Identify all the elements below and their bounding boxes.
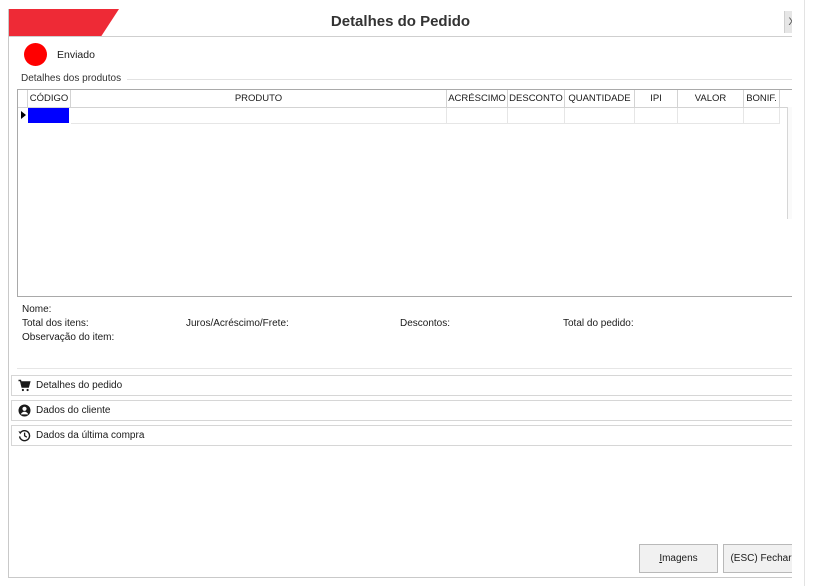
grid-cell-desconto[interactable]: [508, 108, 565, 124]
panel-order-details-label: Detalhes do pedido: [36, 380, 123, 391]
group-divider: [127, 79, 792, 80]
images-button[interactable]: Imagens: [639, 544, 718, 573]
col-quantidade[interactable]: QUANTIDADE: [565, 90, 635, 107]
grid-cell-bonif[interactable]: [744, 108, 780, 124]
panel-last-purchase[interactable]: Dados da última compra: [11, 425, 792, 446]
status-indicator-icon: [24, 43, 47, 66]
total-items-label: Total dos itens:: [22, 318, 89, 329]
item-name-label: Nome:: [22, 304, 52, 315]
history-icon: [18, 429, 31, 442]
item-observation-label: Observação do item:: [22, 332, 115, 343]
panel-customer-data-label: Dados do cliente: [36, 405, 111, 416]
col-desconto[interactable]: DESCONTO: [508, 90, 565, 107]
grid-cell-produto[interactable]: [71, 108, 447, 124]
close-window-button[interactable]: (ESC) Fechar: [723, 544, 792, 573]
selected-cell[interactable]: [28, 108, 69, 123]
order-details-window: Detalhes do Pedido X Enviado Detalhes do…: [8, 9, 792, 578]
cart-icon: [18, 379, 31, 392]
close-button[interactable]: X: [784, 11, 792, 33]
panel-last-purchase-label: Dados da última compra: [36, 430, 145, 441]
grid-cell-valor[interactable]: [678, 108, 744, 124]
user-circle-icon: [18, 404, 31, 417]
col-codigo[interactable]: CÓDIGO: [28, 90, 71, 107]
discounts-label: Descontos:: [400, 318, 451, 329]
products-grid[interactable]: CÓDIGO PRODUTO ACRÉSCIMO DESCONTO QUANTI…: [17, 89, 792, 297]
grid-cell-quantidade[interactable]: [565, 108, 635, 124]
current-row-arrow-icon: [21, 111, 26, 119]
grid-vertical-scrollbar[interactable]: [787, 107, 792, 219]
panel-customer-data[interactable]: Dados do cliente: [11, 400, 792, 421]
section-divider: [17, 368, 792, 369]
col-acrescimo[interactable]: ACRÉSCIMO: [447, 90, 508, 107]
interest-freight-label: Juros/Acréscimo/Frete:: [186, 318, 289, 329]
col-produto[interactable]: PRODUTO: [71, 90, 447, 107]
grid-cell-ipi[interactable]: [635, 108, 678, 124]
col-valor[interactable]: VALOR: [678, 90, 744, 107]
title-bar: Detalhes do Pedido X: [9, 9, 792, 37]
grid-header: CÓDIGO PRODUTO ACRÉSCIMO DESCONTO QUANTI…: [18, 90, 792, 108]
products-group-label: Detalhes dos produtos: [21, 73, 122, 84]
images-button-label: magens: [662, 553, 698, 564]
row-header-corner: [18, 90, 28, 107]
status-label: Enviado: [57, 49, 95, 61]
order-total-label: Total do pedido:: [563, 318, 634, 329]
window-edge: [804, 0, 805, 586]
window-title: Detalhes do Pedido: [330, 13, 471, 30]
panel-order-details[interactable]: Detalhes do pedido: [11, 375, 792, 396]
col-bonif[interactable]: BONIF.: [744, 90, 780, 107]
col-ipi[interactable]: IPI: [635, 90, 678, 107]
grid-cell-acrescimo[interactable]: [447, 108, 508, 124]
